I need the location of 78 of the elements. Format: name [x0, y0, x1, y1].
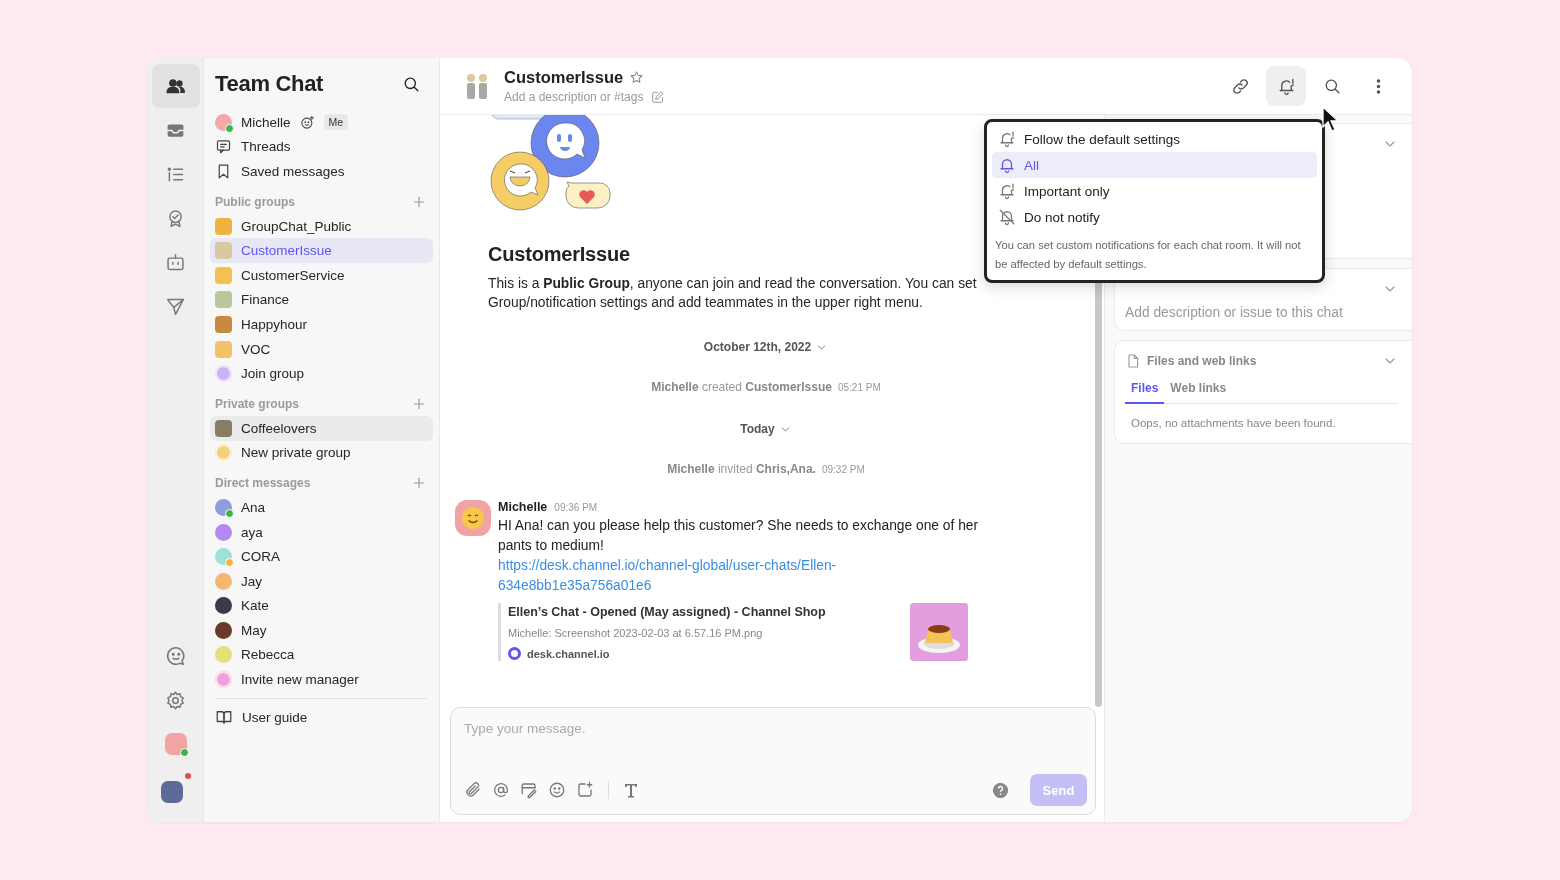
file-icon: [1125, 353, 1141, 369]
mention-icon[interactable]: [492, 781, 510, 799]
preview-subtitle: Michelle: Screenshot 2023-02-03 at 6.57.16 PM.png: [508, 627, 764, 639]
help-icon[interactable]: [993, 782, 1008, 798]
sidebar-item[interactable]: VOC: [210, 336, 433, 362]
intro-title: CustomerIssue: [488, 243, 630, 266]
user-guide-link[interactable]: User guide: [215, 704, 427, 730]
menu-option[interactable]: Important only: [992, 178, 1317, 204]
sidebar-item[interactable]: Ana: [210, 495, 433, 520]
sidebar-item[interactable]: Saved messages: [210, 159, 433, 184]
emoji-icon[interactable]: [548, 781, 566, 799]
chat-title: CustomerIssue: [504, 68, 624, 87]
section-title: Public groups: [215, 194, 295, 209]
section-title: Private groups: [215, 396, 300, 411]
menu-note: You can set custom notifications for each chat room. It will not be affected by default settings.: [994, 238, 1302, 272]
bell-off-icon: [998, 208, 1016, 226]
author-name: Michelle: [498, 500, 548, 514]
date-divider[interactable]: October 12th, 2022: [703, 340, 812, 354]
workspace-avatar[interactable]: [160, 781, 183, 803]
message-text: HI Ana! can you please help this customer? She needs to exchange one of her pants to medium!: [498, 517, 980, 555]
sidebar-title: Team Chat: [215, 71, 324, 97]
sidebar-item[interactable]: Rebecca: [210, 642, 433, 668]
sidebar-item[interactable]: Jay: [210, 568, 433, 594]
timestamp: 09:32 PM: [821, 464, 865, 475]
menu-option[interactable]: Follow the default settings: [992, 126, 1317, 152]
sidebar-item[interactable]: New private group: [210, 440, 433, 466]
star-icon[interactable]: [629, 70, 645, 85]
sidebar-item[interactable]: May: [210, 618, 433, 643]
message-link[interactable]: https://desk.channel.io/channel-global/user-chats/Ellen-634e8bb1e35a756a01e6: [498, 556, 878, 595]
rail-item[interactable]: [151, 64, 200, 108]
tab[interactable]: Web links: [1164, 377, 1233, 404]
me-badge: Me: [323, 114, 349, 131]
sidebar-item[interactable]: Join group: [210, 361, 433, 386]
sidebar-item[interactable]: Kate: [210, 593, 433, 619]
sidebar-item[interactable]: Happyhour: [210, 312, 433, 337]
preview-site: desk.channel.io: [527, 647, 610, 660]
sidebar-item[interactable]: GroupChat_Public: [210, 213, 433, 239]
date-divider[interactable]: Today: [740, 422, 775, 436]
card-title: Files and web links: [1147, 354, 1257, 368]
system-message: Michelle created CustomerIssue: [651, 380, 832, 394]
bell-icon: [1276, 76, 1296, 96]
message-input[interactable]: Type your message.: [464, 719, 1087, 737]
sidebar-item[interactable]: Invite new manager: [210, 667, 433, 692]
bell-icon: [998, 182, 1016, 200]
intro-text: This is a Public Group, anyone can join and read the conversation. You can set Group/notification settings and add teammates in the upper right menu.: [488, 275, 978, 312]
sidebar-item[interactable]: aya: [210, 519, 433, 545]
sidebar-item[interactable]: Threads: [210, 134, 433, 160]
tab[interactable]: Files: [1125, 377, 1165, 404]
add-status-icon: [299, 114, 315, 130]
robot-icon: [165, 251, 186, 273]
bell-icon: [998, 130, 1016, 148]
chat-icon[interactable]: [164, 645, 187, 667]
paperclip-icon[interactable]: [464, 781, 482, 799]
profile-item[interactable]: Michelle Me: [210, 110, 433, 135]
note-icon[interactable]: [520, 781, 538, 799]
thread-icon: [215, 138, 232, 156]
text-format-icon[interactable]: [623, 782, 639, 798]
link-icon[interactable]: [1230, 76, 1250, 96]
bell-icon: [998, 156, 1016, 174]
sidebar-item[interactable]: CustomerService: [210, 262, 433, 288]
sidebar-item[interactable]: CustomerIssue: [210, 238, 433, 263]
system-message: Michelle invited Chris,Ana.: [667, 462, 816, 476]
section-title: Direct messages: [215, 476, 311, 491]
site-icon: [508, 647, 521, 660]
timestamp: 05:21 PM: [837, 382, 881, 393]
settings-icon[interactable]: [165, 689, 186, 711]
notification-button[interactable]: [1266, 66, 1306, 106]
app-add-icon[interactable]: [576, 781, 594, 799]
preview-title: Ellen’s Chat - Opened (May assigned) - Channel Shop: [508, 605, 826, 619]
timestamp: 09:36 PM: [554, 502, 598, 513]
edit-icon[interactable]: [651, 90, 666, 104]
sidebar-item[interactable]: Finance: [210, 287, 433, 313]
menu-option[interactable]: All: [992, 152, 1317, 178]
menu-option[interactable]: Do not notify: [992, 204, 1317, 230]
empty-message: Oops, no attachments have been found.: [1130, 416, 1337, 431]
sidebar-item[interactable]: CORA: [210, 544, 433, 569]
sidebar-item[interactable]: Coffeelovers: [210, 415, 433, 441]
link-preview[interactable]: Ellen’s Chat - Opened (May assigned) - Channel Shop Michelle: Screenshot 2023-02-03 at 6.57.16 PM.png desk.channel.io: [498, 603, 968, 661]
